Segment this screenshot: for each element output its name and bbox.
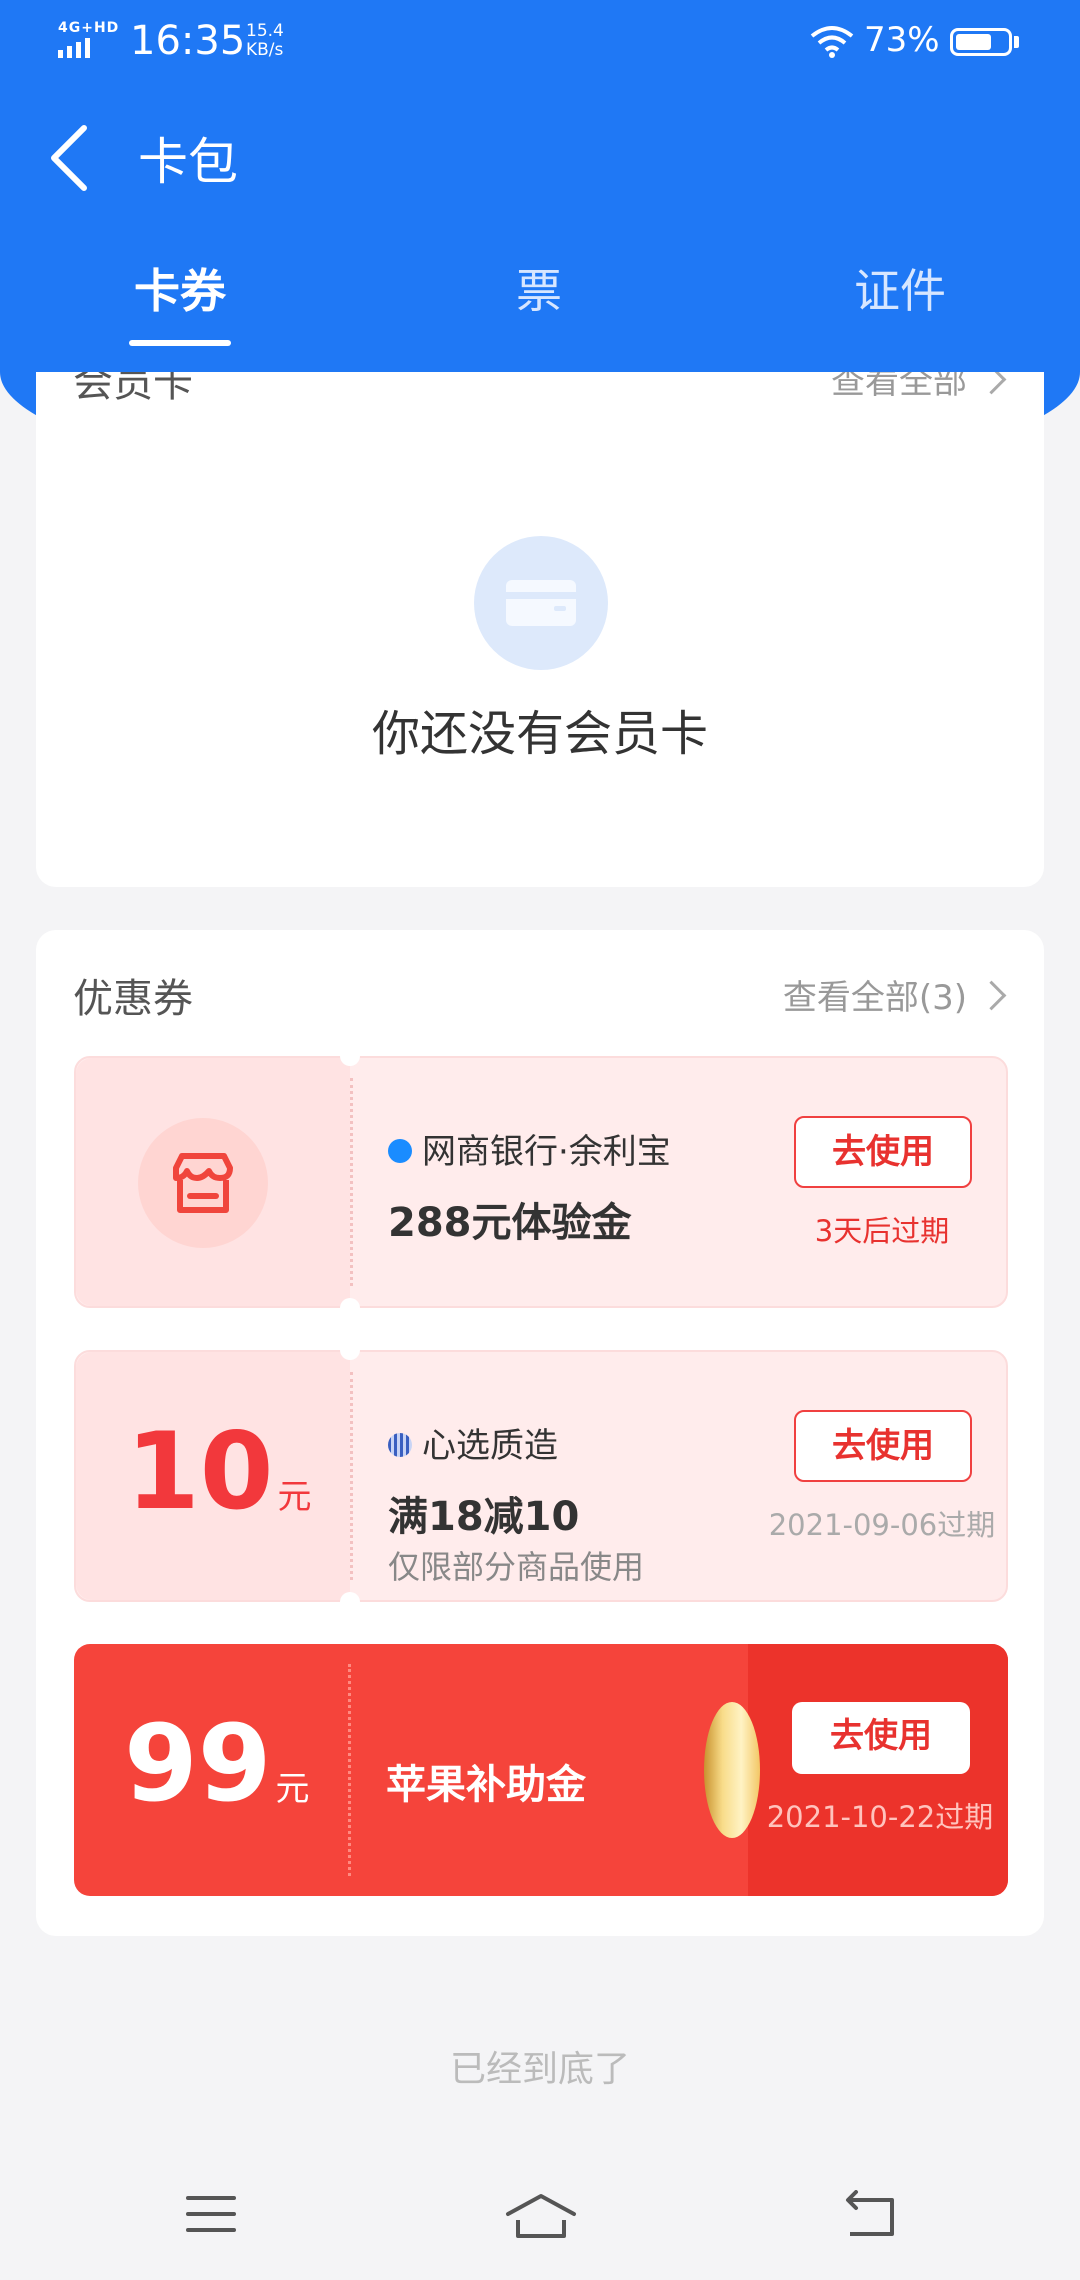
xinxuan-logo-icon (388, 1432, 412, 1457)
use-coupon-button[interactable]: 去使用 (794, 1410, 972, 1482)
view-all-label: 查看全部 (831, 372, 967, 402)
coupon-left-panel (76, 1058, 350, 1306)
home-icon[interactable] (504, 2190, 578, 2246)
battery-percent: 73% (864, 20, 940, 60)
signal-icon (58, 38, 94, 58)
card-icon (474, 536, 608, 670)
coupons-section: 优惠券 查看全部(3) 网商银行·余利宝 288元体验金 去使用 3天后过期 1… (36, 930, 1044, 1936)
speed-value: 15.4 (246, 21, 284, 41)
page-title: 卡包 (138, 133, 238, 191)
coupon-subtitle: 仅限部分商品使用 (388, 1548, 645, 1586)
coupons-title: 优惠券 (73, 976, 193, 1022)
coupon-card[interactable]: 99 元 苹果补助金 去使用 2021-10-22过期 (74, 1644, 1008, 1896)
coupon-divider (350, 1372, 353, 1580)
back-icon[interactable] (842, 2190, 898, 2246)
speed-unit: KB/s (246, 40, 284, 60)
use-coupon-button[interactable]: 去使用 (794, 1116, 972, 1188)
use-coupon-button[interactable]: 去使用 (792, 1702, 970, 1774)
coupon-left-panel: 10 元 (76, 1352, 350, 1600)
coupon-amount: 99 元 (124, 1702, 310, 1825)
battery-fill (956, 34, 991, 50)
chevron-right-icon (976, 372, 1007, 395)
coupon-title: 满18减10 (388, 1494, 580, 1540)
coupon-brand: 心选质造 (388, 1418, 558, 1467)
wifi-icon (810, 26, 854, 58)
system-nav-bar (0, 2180, 1080, 2280)
tab-indicator (129, 340, 231, 346)
coupon-divider (350, 1078, 353, 1286)
coupon-notch (340, 1340, 360, 1360)
coupon-notch (340, 1046, 360, 1066)
back-arrow-icon[interactable] (40, 118, 100, 198)
coupon-notch (340, 1298, 360, 1318)
network-speed: 15.4 KB/s (246, 22, 284, 60)
coupon-title: 苹果补助金 (386, 1762, 586, 1808)
empty-state-text: 你还没有会员卡 (371, 706, 708, 762)
status-bar: 4G+HD 16:35 15.4 KB/s 73% (0, 0, 1080, 84)
amount-value: 10 (126, 1410, 274, 1533)
coupon-divider (348, 1664, 351, 1876)
coupon-amount: 10 元 (126, 1410, 312, 1533)
member-card-title: 会员卡 (73, 372, 193, 406)
network-type: 4G+HD (58, 20, 120, 36)
tab-documents[interactable]: 证件 (800, 255, 1000, 321)
menu-icon[interactable] (186, 2196, 236, 2244)
coupon-expiry: 2021-10-22过期 (766, 1800, 994, 1834)
end-of-list-text: 已经到底了 (449, 2049, 630, 2090)
view-all-label: 查看全部(3) (782, 978, 967, 1018)
coupon-card[interactable]: 网商银行·余利宝 288元体验金 去使用 3天后过期 (74, 1046, 1008, 1318)
clock: 16:35 (130, 18, 246, 64)
battery-tip (1014, 36, 1019, 48)
coupon-title: 288元体验金 (388, 1200, 632, 1246)
coupon-card[interactable]: 10 元 心选质造 满18减10 仅限部分商品使用 去使用 2021-09-06过… (74, 1340, 1008, 1612)
coupon-brand: 网商银行·余利宝 (388, 1124, 671, 1173)
tab-tickets[interactable]: 票 (439, 255, 639, 321)
coupon-expiry: 3天后过期 (814, 1214, 950, 1248)
amount-unit: 元 (277, 1477, 312, 1517)
chevron-right-icon (976, 980, 1007, 1011)
battery-icon (950, 28, 1012, 56)
member-card-view-all[interactable]: 查看全部 (831, 372, 1007, 403)
coupons-view-all[interactable]: 查看全部(3) (782, 970, 1007, 1019)
tab-cards-coupons[interactable]: 卡券 (80, 255, 280, 321)
store-icon (138, 1118, 268, 1248)
coupon-notch (340, 1592, 360, 1612)
amount-value: 99 (124, 1702, 272, 1825)
coupon-expiry: 2021-09-06过期 (768, 1508, 996, 1542)
brand-name: 网商银行·余利宝 (422, 1132, 671, 1172)
member-card-section: 会员卡 查看全部 你还没有会员卡 (36, 372, 1044, 887)
brand-name: 心选质造 (422, 1426, 558, 1466)
mybank-logo-icon (388, 1138, 412, 1163)
amount-unit: 元 (275, 1769, 310, 1809)
